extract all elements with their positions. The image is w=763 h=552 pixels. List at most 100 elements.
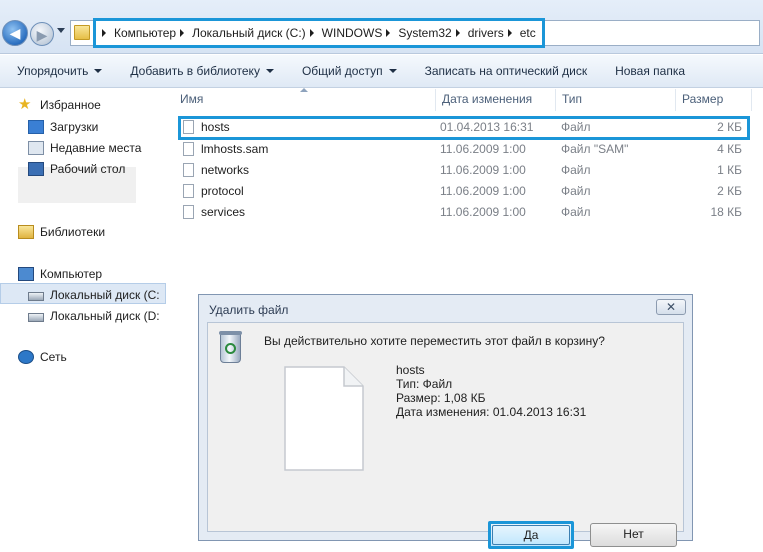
table-row[interactable]: networks 11.06.2009 1:00 Файл 1 КБ <box>178 160 750 181</box>
address-bar-area: ◀ ▶ Компьютер Локальный диск (C:) WINDOW… <box>0 0 763 54</box>
file-details-name: hosts <box>396 363 425 377</box>
forward-button[interactable]: ▶ <box>30 22 54 46</box>
file-size: 18 КБ <box>710 205 742 219</box>
file-type: Файл <box>561 184 591 198</box>
recent-places-icon <box>28 141 44 155</box>
breadcrumb-label: etc <box>519 26 536 40</box>
new-folder-button[interactable]: Новая папка <box>615 64 685 78</box>
breadcrumb-item[interactable]: Локальный диск (C:) <box>176 26 306 40</box>
file-date: 11.06.2009 1:00 <box>440 163 526 177</box>
file-size: 2 КБ <box>717 184 742 198</box>
desktop-icon <box>28 162 44 176</box>
file-name: networks <box>201 163 250 177</box>
file-details-date: Дата изменения: 01.04.2013 16:31 <box>396 405 587 419</box>
download-icon <box>28 120 44 134</box>
add-to-library-button[interactable]: Добавить в библиотеку <box>130 64 274 78</box>
breadcrumb-label: drivers <box>467 26 504 40</box>
column-header-size[interactable]: Размер <box>676 89 752 111</box>
dialog-body: Вы действительно хотите переместить этот… <box>207 322 684 549</box>
recycle-bin-icon <box>219 331 242 363</box>
sidebar-item-label: Библиотеки <box>40 225 106 239</box>
column-header-name[interactable]: Имя <box>174 89 436 111</box>
back-arrow-icon: ◀ <box>9 25 21 41</box>
file-name: lmhosts.sam <box>201 142 269 156</box>
add-to-library-label: Добавить в библиотеку <box>130 64 260 78</box>
sidebar-item-computer[interactable]: Компьютер <box>18 264 102 284</box>
drive-icon <box>28 313 44 322</box>
file-date: 11.06.2009 1:00 <box>440 205 526 219</box>
file-details: hosts Тип: Файл Размер: 1,08 КБ Дата изм… <box>396 363 586 419</box>
file-details-size: Размер: 1,08 КБ <box>396 391 486 405</box>
share-button[interactable]: Общий доступ <box>302 64 397 78</box>
breadcrumb-arrow-icon <box>180 29 185 37</box>
sidebar-item-recent-places[interactable]: Недавние места <box>28 138 141 158</box>
breadcrumb-label: Локальный диск (C:) <box>192 26 306 40</box>
dialog-close-button[interactable]: ✕ <box>656 299 686 315</box>
file-type: Файл <box>561 120 591 134</box>
sidebar-item-label: Компьютер <box>40 267 103 281</box>
table-row[interactable]: services 11.06.2009 1:00 Файл 18 КБ <box>178 202 750 223</box>
sidebar-item-network[interactable]: Сеть <box>18 347 67 367</box>
yes-button[interactable]: Да <box>488 521 574 549</box>
file-icon <box>183 142 194 156</box>
sidebar-item-desktop[interactable]: Рабочий стол <box>28 159 125 179</box>
sidebar-item-downloads[interactable]: Загрузки <box>28 117 98 137</box>
file-size: 4 КБ <box>717 142 742 156</box>
folder-icon <box>74 25 90 40</box>
recent-pages-dropdown[interactable] <box>57 28 65 33</box>
file-type: Файл "SAM" <box>561 142 629 156</box>
libraries-icon <box>18 225 34 239</box>
breadcrumb: Компьютер Локальный диск (C:) WINDOWS Sy… <box>93 18 545 48</box>
forward-arrow-icon: ▶ <box>36 27 48 43</box>
dialog-title: Удалить файл <box>209 303 289 317</box>
file-name: protocol <box>201 184 244 198</box>
drive-icon <box>28 292 44 301</box>
file-details-type: Тип: Файл <box>396 377 453 391</box>
share-label: Общий доступ <box>301 64 383 78</box>
table-row[interactable]: hosts 01.04.2013 16:31 Файл 2 КБ <box>178 116 750 140</box>
breadcrumb-item[interactable]: Компьютер <box>102 26 176 40</box>
organize-button[interactable]: Упорядочить <box>17 64 103 78</box>
table-row[interactable]: protocol 11.06.2009 1:00 Файл 2 КБ <box>178 181 750 202</box>
no-button[interactable]: Нет <box>590 523 677 547</box>
file-icon <box>183 120 194 134</box>
sidebar-item-disk-d[interactable]: Локальный диск (D: <box>28 306 160 326</box>
file-icon <box>183 163 194 177</box>
sidebar-item-favorites[interactable]: ★ Избранное <box>18 95 101 115</box>
chevron-down-icon <box>388 69 397 73</box>
dialog-question: Вы действительно хотите переместить этот… <box>264 334 605 348</box>
file-date: 11.06.2009 1:00 <box>440 184 526 198</box>
column-header-date[interactable]: Дата изменения <box>436 89 556 111</box>
file-type: Файл <box>561 205 591 219</box>
sidebar-item-libraries[interactable]: Библиотеки <box>18 222 105 242</box>
file-icon <box>183 205 194 219</box>
file-icon <box>183 184 194 198</box>
file-name: hosts <box>201 120 230 134</box>
sidebar-item-label: Недавние места <box>50 141 142 155</box>
computer-icon <box>18 267 34 281</box>
breadcrumb-item[interactable]: drivers <box>452 26 504 40</box>
document-icon <box>284 366 364 471</box>
file-type: Файл <box>561 163 591 177</box>
sidebar-item-label: Локальный диск (D: <box>50 309 160 323</box>
sidebar-item-label: Локальный диск (C: <box>50 288 160 302</box>
sidebar-item-disk-c[interactable]: Локальный диск (C: <box>28 285 160 305</box>
breadcrumb-label: System32 <box>398 26 452 40</box>
breadcrumb-arrow-icon <box>507 29 512 37</box>
table-row[interactable]: lmhosts.sam 11.06.2009 1:00 Файл "SAM" 4… <box>178 139 750 160</box>
breadcrumb-item[interactable]: WINDOWS <box>306 26 382 40</box>
breadcrumb-item[interactable]: etc <box>504 26 536 40</box>
column-header-type[interactable]: Тип <box>556 89 676 111</box>
breadcrumb-arrow-icon <box>309 29 314 37</box>
back-button[interactable]: ◀ <box>2 20 28 46</box>
breadcrumb-arrow-icon <box>102 29 106 37</box>
organize-label: Упорядочить <box>17 64 89 78</box>
sidebar-item-label: Загрузки <box>50 120 99 134</box>
command-bar: Упорядочить Добавить в библиотеку Общий … <box>0 55 763 88</box>
burn-button[interactable]: Записать на оптический диск <box>425 64 588 78</box>
network-icon <box>18 350 34 364</box>
breadcrumb-arrow-icon <box>386 29 391 37</box>
breadcrumb-item[interactable]: System32 <box>382 26 452 40</box>
delete-file-dialog: Удалить файл ✕ Вы действительно хотите п… <box>198 294 693 549</box>
file-size: 1 КБ <box>717 163 742 177</box>
